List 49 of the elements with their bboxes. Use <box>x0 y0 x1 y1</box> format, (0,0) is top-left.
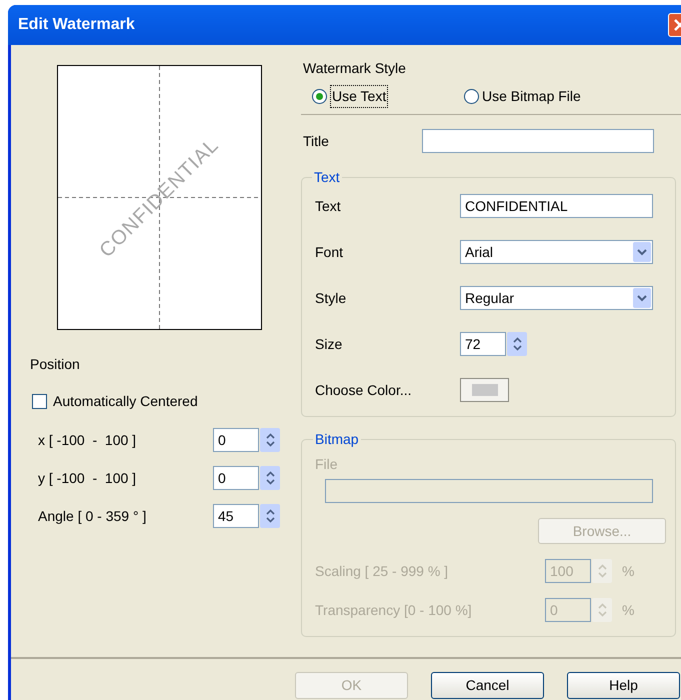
unit-label: % <box>622 562 634 580</box>
dropdown[interactable]: Regular <box>460 286 653 310</box>
spin-button[interactable] <box>260 428 280 452</box>
dialog-button[interactable]: Help <box>567 672 680 699</box>
chevron-down-icon <box>637 248 647 256</box>
up-down-arrows-icon <box>598 564 606 578</box>
up-down-arrows-icon <box>266 471 274 485</box>
checkbox[interactable] <box>32 394 47 409</box>
dropdown[interactable]: Arial <box>460 240 653 264</box>
spin-button[interactable] <box>260 466 280 490</box>
field-label: File <box>315 455 339 474</box>
spin-button[interactable] <box>260 504 280 528</box>
up-down-arrows-icon <box>598 603 606 617</box>
field-label: Text <box>315 196 342 216</box>
window-title: Edit Watermark <box>18 15 135 35</box>
up-down-arrows-icon <box>266 509 274 523</box>
number-field[interactable]: 0 <box>213 428 259 452</box>
field-label: x [ -100 - 100 ] <box>38 430 136 450</box>
radio-button[interactable] <box>464 89 479 104</box>
field-label: y [ -100 - 100 ] <box>38 468 136 488</box>
group-title: Bitmap <box>314 430 360 449</box>
field-label: Size <box>315 334 344 354</box>
spin-button[interactable] <box>507 332 527 356</box>
up-down-arrows-icon <box>266 433 274 447</box>
section-label: Position <box>30 355 80 374</box>
field-label: Scaling [ 25 - 999 % ] <box>315 562 450 581</box>
checkbox-label: Automatically Centered <box>53 392 198 411</box>
unit-label: % <box>622 600 634 620</box>
up-down-arrows-icon <box>512 337 522 351</box>
text-field[interactable]: CONFIDENTIAL <box>460 194 653 218</box>
field-label: Style <box>315 288 348 308</box>
title-field[interactable] <box>422 129 654 153</box>
chevron-down-icon <box>637 294 647 302</box>
color-button[interactable] <box>460 378 509 402</box>
section-label: Watermark Style <box>303 59 406 78</box>
number-field[interactable]: 0 <box>213 466 259 490</box>
number-field[interactable]: 45 <box>213 504 259 528</box>
radio-button[interactable] <box>312 89 327 104</box>
dialog-button[interactable]: Cancel <box>431 672 544 699</box>
color-swatch <box>472 384 498 396</box>
field-label: Choose Color... <box>315 380 412 400</box>
field-label: Angle [ 0 - 359 ° ] <box>38 506 146 526</box>
group-title: Text <box>313 168 341 187</box>
field-label: Font <box>315 242 344 262</box>
field-label: Transparency [0 - 100 %] <box>315 600 473 620</box>
radio-label: Use Bitmap File <box>482 87 581 106</box>
number-field[interactable]: 72 <box>460 332 506 356</box>
field-label: Title <box>303 132 330 150</box>
radio-label: Use Text <box>330 85 388 108</box>
